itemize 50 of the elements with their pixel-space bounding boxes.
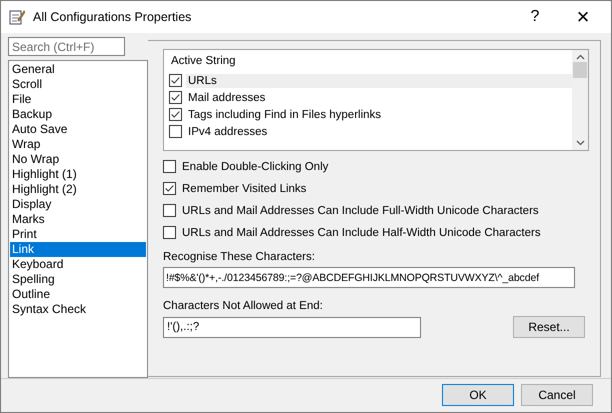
checkbox-label[interactable]: Enable Double-Clicking Only (182, 160, 328, 172)
checkbox[interactable] (169, 108, 182, 121)
category-item[interactable]: Link (10, 242, 146, 257)
list-item[interactable]: URLs (186, 74, 572, 88)
checkbox[interactable] (169, 74, 182, 87)
window-title: All Configurations Properties (33, 10, 192, 24)
category-item[interactable]: General (10, 62, 146, 77)
category-item[interactable]: Wrap (10, 137, 146, 152)
category-item[interactable]: Syntax Check (10, 302, 146, 317)
category-item[interactable]: Keyboard (10, 257, 146, 272)
input-field[interactable]: !'(),.:;? (163, 316, 421, 338)
checkbox[interactable] (163, 226, 176, 239)
scrollbar[interactable] (572, 50, 588, 150)
category-item[interactable]: Print (10, 227, 146, 242)
reset-button[interactable]: Reset... (513, 316, 585, 338)
category-item[interactable]: Spelling (10, 272, 146, 287)
category-item[interactable]: Highlight (2) (10, 182, 146, 197)
category-item[interactable]: Display (10, 197, 146, 212)
category-item[interactable]: Highlight (1) (10, 167, 146, 182)
list-heading: Active String (170, 54, 237, 69)
list-item[interactable]: Tags including Find in Files hyperlinks (186, 108, 572, 122)
search-field[interactable]: Search (Ctrl+F) (8, 37, 125, 56)
checkbox[interactable] (163, 182, 176, 195)
checkbox[interactable] (163, 160, 176, 173)
chevron-up-icon[interactable] (576, 54, 584, 60)
checkbox[interactable] (169, 91, 182, 104)
scrollbar-thumb[interactable] (573, 62, 587, 78)
close-button[interactable]: × (563, 2, 603, 32)
field-label: Recognise These Characters: (163, 251, 316, 263)
help-button[interactable]: ? (515, 2, 555, 32)
notepad-pencil-icon (9, 9, 25, 25)
chevron-down-icon[interactable] (576, 140, 584, 146)
category-item[interactable]: Outline (10, 287, 146, 302)
checkbox[interactable] (169, 125, 182, 138)
category-item[interactable]: Scroll (10, 77, 146, 92)
cancel-button[interactable]: Cancel (521, 384, 593, 406)
ok-button[interactable]: OK (442, 384, 514, 406)
checkbox-label[interactable]: Remember Visited Links (182, 182, 306, 194)
checkbox-label[interactable]: URLs and Mail Addresses Can Include Full-Width Unicode Characters (182, 204, 539, 216)
list-item[interactable]: Mail addresses (186, 90, 572, 104)
category-item[interactable]: Backup (10, 107, 146, 122)
category-item[interactable]: Marks (10, 212, 146, 227)
field-label: Characters Not Allowed at End: (163, 300, 324, 312)
category-item[interactable]: Auto Save (10, 122, 146, 137)
checkbox-label[interactable]: URLs and Mail Addresses Can Include Half-Width Unicode Characters (182, 226, 541, 238)
category-item[interactable]: File (10, 92, 146, 107)
checkbox[interactable] (163, 204, 176, 217)
category-item[interactable]: No Wrap (10, 152, 146, 167)
list-item[interactable]: IPv4 addresses (186, 124, 572, 138)
input-field[interactable]: !#$%&'()*+,-./0123456789:;=?@ABCDEFGHIJKLMNOPQRSTUVWXYZ\^_abcdef (163, 267, 575, 288)
